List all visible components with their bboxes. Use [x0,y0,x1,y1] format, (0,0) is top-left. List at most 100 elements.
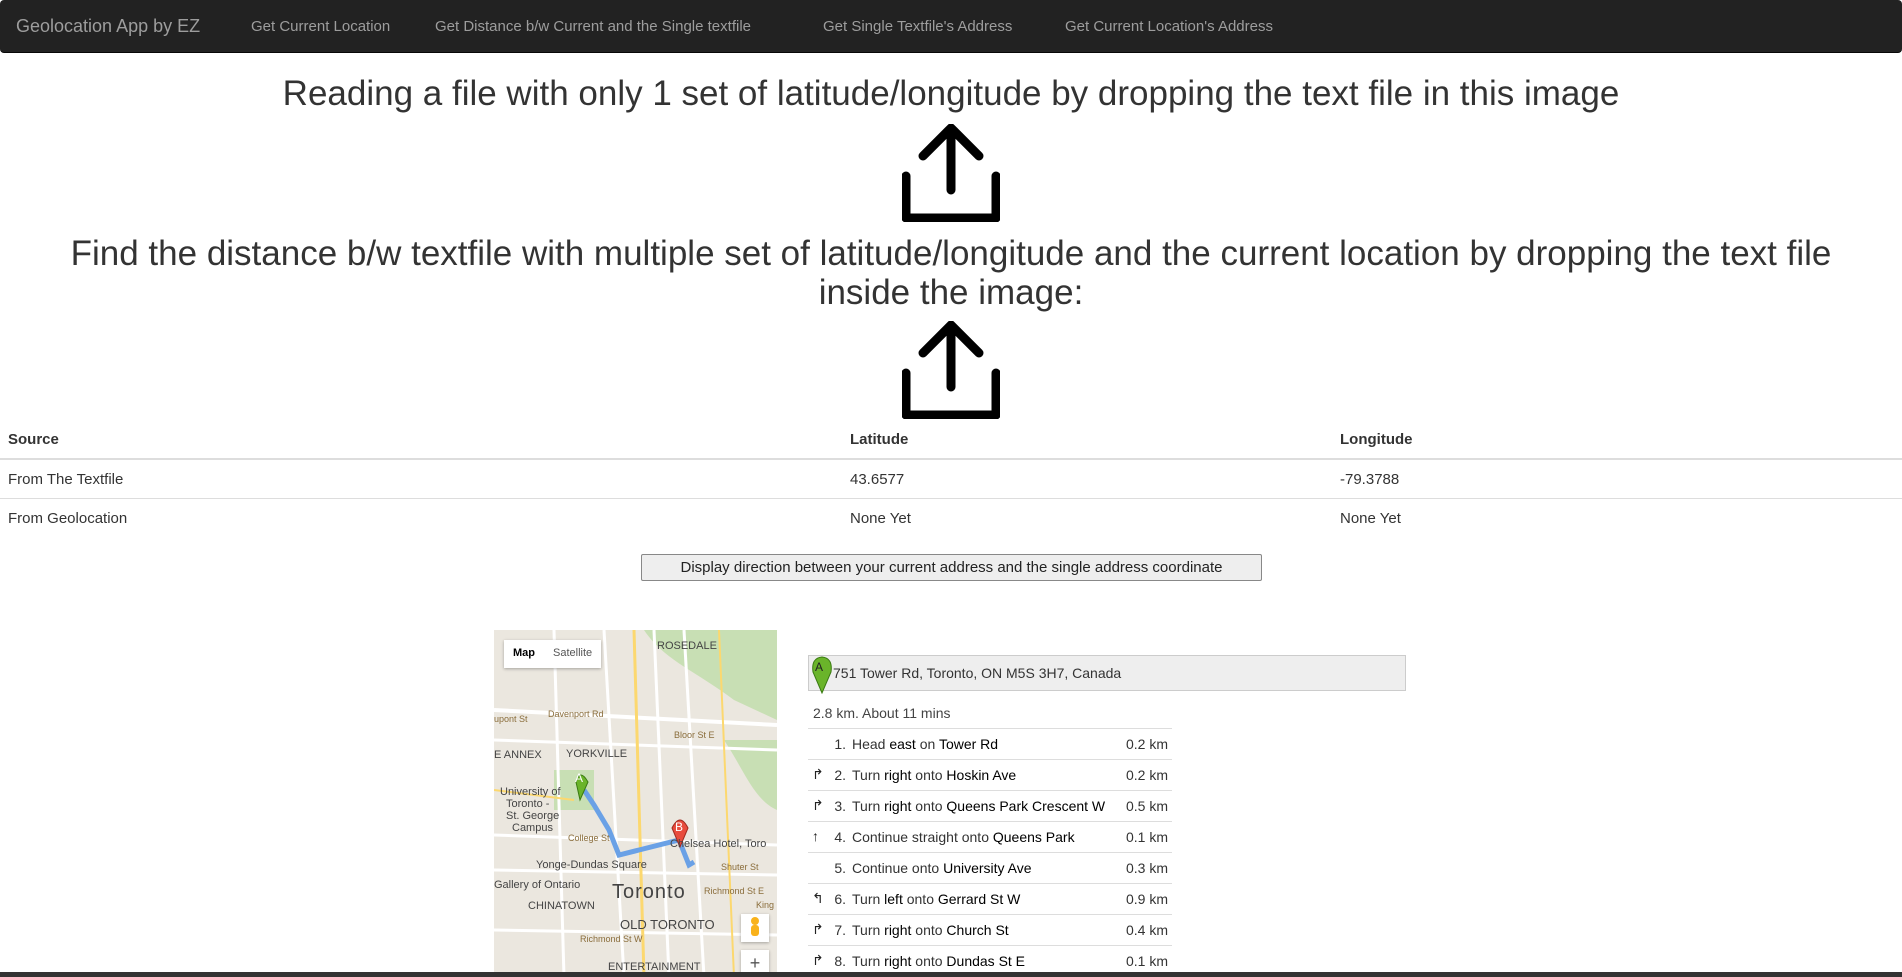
map-label: Gallery of Ontario [494,879,581,891]
table-row: From Geolocation None Yet None Yet [0,498,1902,537]
step-direction: right [884,922,912,938]
step-distance: 0.2 km [1125,736,1168,752]
nav-link-current-address[interactable]: Get Current Location's Address [1065,18,1273,35]
step-number: 6. [834,891,846,907]
step-text: onto [902,891,938,907]
table-header-row: Source Latitude Longitude [0,420,1902,460]
step-text: Turn [852,922,885,938]
nav-link-textfile-address[interactable]: Get Single Textfile's Address [823,18,1012,35]
turn-right-icon: ↱ [812,797,824,813]
step-number: 7. [834,922,846,938]
step-text: Turn [852,798,885,814]
table-cell: None Yet [842,498,1332,537]
route-map[interactable]: Map Satellite ROSEDALE YORKVILLE E ANNEX… [494,630,777,977]
map-label: OLD TORONTO [620,917,715,932]
directions-start-address: A 751 Tower Rd, Toronto, ON M5S 3H7, Can… [808,655,1406,694]
map-label: Richmond St E [704,886,765,896]
step-text: Continue straight onto [852,829,993,845]
map-type-satellite-button[interactable]: Satellite [544,640,601,668]
step-number: 8. [834,953,846,969]
step-direction: right [884,798,912,814]
direction-step[interactable]: 5. Continue onto University Ave 0.3 km [808,852,1172,883]
step-text: on [915,736,939,752]
direction-step[interactable]: 1. Head east on Tower Rd 0.2 km [808,728,1172,759]
step-road: Tower Rd [938,736,999,752]
step-distance: 0.4 km [1125,922,1168,938]
map-label: Campus [512,822,553,834]
step-instruction: Continue onto University Ave [852,860,1032,876]
table-cell: From The Textfile [0,458,842,499]
table-row: From The Textfile 43.6577 -79.3788 [0,458,1902,499]
map-label: YORKVILLE [566,748,628,760]
step-text: Turn [852,953,885,969]
column-header-longitude: Longitude [1332,420,1902,460]
step-road: Dundas St E [946,953,1026,969]
nav-link-current-location[interactable]: Get Current Location [251,18,390,35]
navbar-brand[interactable]: Geolocation App by EZ [16,16,200,37]
nav-link-distance[interactable]: Get Distance b/w Current and the Single … [435,18,751,35]
step-instruction: Continue straight onto Queens Park [852,829,1075,845]
marker-a-label: A [815,660,824,674]
upload-icon[interactable] [902,124,1000,222]
display-direction-button[interactable]: Display direction between your current a… [641,554,1262,581]
table-cell: 43.6577 [842,458,1332,499]
map-marker-a[interactable]: A [575,771,583,785]
map-label: upont St [494,714,528,724]
map-marker-b[interactable]: B [675,820,683,834]
step-instruction: Turn left onto Gerrard St W [852,891,1020,907]
column-header-source: Source [0,420,842,460]
direction-step[interactable]: ↱ 2. Turn right onto Hoskin Ave 0.2 km [808,759,1172,790]
column-header-latitude: Latitude [842,420,1332,460]
map-label: Shuter St [721,862,759,872]
direction-step[interactable]: ↑ 4. Continue straight onto Queens Park … [808,821,1172,852]
map-label: Toronto - [506,798,550,810]
turn-left-icon: ↰ [812,890,824,906]
start-address-text: 751 Tower Rd, Toronto, ON M5S 3H7, Canad… [833,665,1122,681]
step-road: Gerrard St W [937,891,1021,907]
route-summary: 2.8 km. About 11 mins [813,705,951,721]
step-direction: left [884,891,903,907]
map-label: ROSEDALE [657,640,717,652]
direction-step[interactable]: ↰ 6. Turn left onto Gerrard St W 0.9 km [808,883,1172,914]
step-instruction: Head east on Tower Rd [852,736,998,752]
step-text: Continue onto [852,860,944,876]
table-cell: From Geolocation [0,498,842,537]
map-label: Richmond St W [580,934,643,944]
map-label: E ANNEX [494,749,542,761]
table-cell: None Yet [1332,498,1902,537]
map-label: King [756,900,775,910]
map-label: Yonge-Dundas Square [536,859,647,871]
step-direction: east [889,736,916,752]
map-type-map-button[interactable]: Map [504,640,544,668]
step-road: University Ave [943,860,1032,876]
straight-icon: ↑ [812,828,819,844]
step-text: onto [911,767,947,783]
step-road: Hoskin Ave [946,767,1017,783]
step-instruction: Turn right onto Hoskin Ave [852,767,1016,783]
coordinates-table: Source Latitude Longitude From The Textf… [0,420,1902,537]
step-distance: 0.1 km [1125,953,1168,969]
map-label: St. George [506,810,560,822]
step-distance: 0.3 km [1125,860,1168,876]
heading-single-file: Reading a file with only 1 set of latitu… [282,74,1620,113]
map-label: College St [568,833,610,843]
step-distance: 0.9 km [1125,891,1168,907]
upload-icon[interactable] [902,321,1000,419]
map-label: Bloor St E [674,730,715,740]
step-text: onto [911,798,947,814]
step-direction: right [884,767,912,783]
step-number: 5. [834,860,846,876]
turn-right-icon: ↱ [812,921,824,937]
step-text: onto [911,953,947,969]
street-view-pegman-icon[interactable] [741,914,769,942]
step-distance: 0.1 km [1125,829,1168,845]
directions-steps: 1. Head east on Tower Rd 0.2 km ↱ 2. Tur… [808,728,1172,976]
map-label: Davenport Rd [548,709,604,719]
direction-step[interactable]: ↱ 7. Turn right onto Church St 0.4 km [808,914,1172,945]
step-text: Turn [852,767,885,783]
step-distance: 0.5 km [1125,798,1168,814]
table-cell: -79.3788 [1332,458,1902,499]
direction-step[interactable]: ↱ 3. Turn right onto Queens Park Crescen… [808,790,1172,821]
window-bottom-border [0,972,1902,977]
turn-right-icon: ↱ [812,766,824,782]
